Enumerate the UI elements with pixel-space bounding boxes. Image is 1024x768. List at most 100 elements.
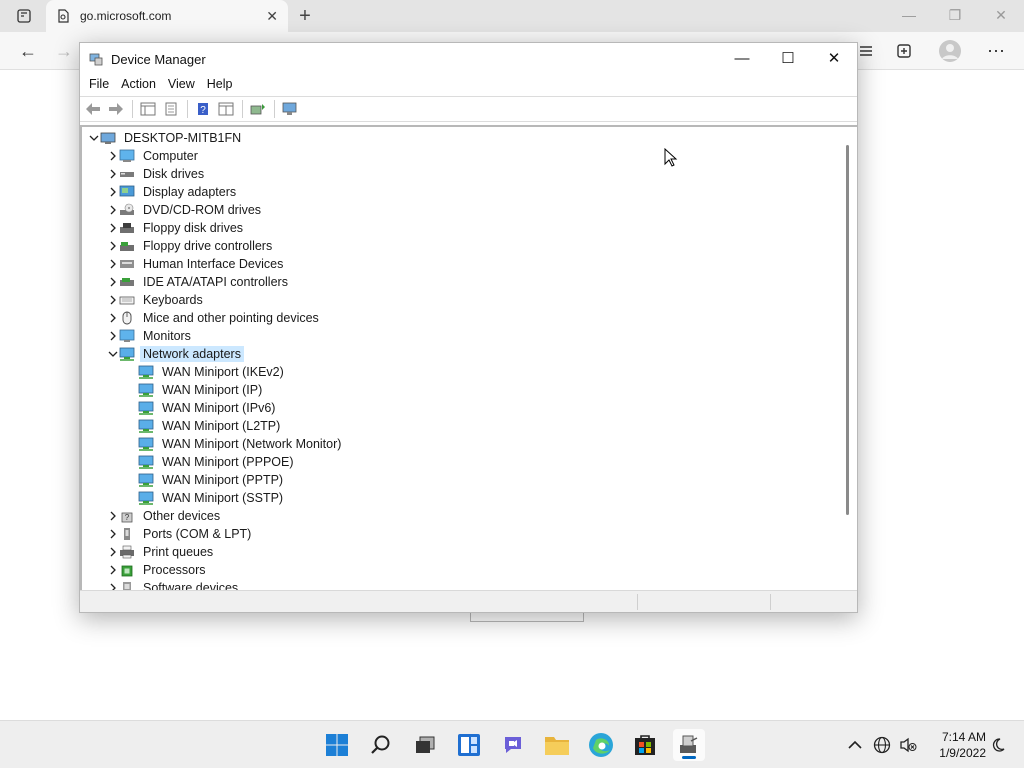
tree-label: Processors	[143, 563, 206, 577]
help-tool-button[interactable]: ?	[192, 99, 214, 119]
device-manager-window: Device Manager — ☐ ✕ File Action View He…	[79, 42, 858, 613]
chevron-right-icon[interactable]	[107, 294, 119, 306]
dm-window-controls: — ☐ ✕	[719, 43, 857, 73]
tree-category-item[interactable]: DVD/CD-ROM drives	[107, 201, 264, 219]
tree-device-item[interactable]: WAN Miniport (PPPOE)	[126, 453, 297, 471]
network-tray-button[interactable]	[872, 735, 892, 755]
tree-category-item[interactable]: Keyboards	[107, 291, 206, 309]
chevron-right-icon[interactable]	[107, 222, 119, 234]
start-button[interactable]	[321, 729, 353, 761]
update-driver-button[interactable]	[247, 99, 269, 119]
search-button[interactable]	[365, 729, 397, 761]
browser-restore-button[interactable]: ❐	[932, 0, 978, 30]
new-tab-button[interactable]: +	[292, 4, 318, 28]
tree-category-item[interactable]: Display adapters	[107, 183, 239, 201]
menu-file[interactable]: File	[83, 75, 115, 93]
device-manager-taskbar-button[interactable]	[673, 729, 705, 761]
browser-tab[interactable]: go.microsoft.com ✕	[46, 0, 288, 32]
back-tool-button[interactable]	[82, 99, 104, 119]
collections-button[interactable]	[890, 38, 918, 64]
volume-tray-button[interactable]	[898, 735, 918, 755]
edge-button[interactable]	[585, 729, 617, 761]
tree-device-item[interactable]: WAN Miniport (Network Monitor)	[126, 435, 344, 453]
tree-device-item[interactable]: WAN Miniport (SSTP)	[126, 489, 286, 507]
profile-button[interactable]	[936, 38, 964, 64]
chevron-right-icon[interactable]	[107, 240, 119, 252]
tree-category-item[interactable]: Network adapters	[107, 345, 244, 363]
chevron-right-icon[interactable]	[107, 330, 119, 342]
chevron-right-icon[interactable]	[107, 510, 119, 522]
tree-category-item[interactable]: Floppy drive controllers	[107, 237, 275, 255]
tree-device-item[interactable]: WAN Miniport (IKEv2)	[126, 363, 287, 381]
monitor-icon	[119, 329, 135, 343]
browser-close-button[interactable]: ✕	[978, 0, 1024, 30]
tree-category-item[interactable]: Monitors	[107, 327, 194, 345]
tree-label: DVD/CD-ROM drives	[143, 203, 262, 217]
chevron-right-icon[interactable]	[107, 582, 119, 590]
chevron-right-icon[interactable]	[107, 312, 119, 324]
chevron-right-icon[interactable]	[107, 564, 119, 576]
tree-root[interactable]: DESKTOP-MITB1FN	[88, 129, 244, 147]
chevron-right-icon[interactable]	[107, 546, 119, 558]
tab-close-icon[interactable]: ✕	[266, 8, 278, 25]
menu-help[interactable]: Help	[201, 75, 239, 93]
tree-device-item[interactable]: WAN Miniport (IPv6)	[126, 399, 278, 417]
status-bar	[80, 590, 857, 612]
tree-device-item[interactable]: WAN Miniport (L2TP)	[126, 417, 283, 435]
forward-button[interactable]: →	[50, 38, 78, 64]
menu-action[interactable]: Action	[115, 75, 162, 93]
chevron-right-icon[interactable]	[107, 204, 119, 216]
tab-actions-button[interactable]	[8, 4, 40, 28]
tree-category-item[interactable]: Processors	[107, 561, 209, 579]
tree-category-item[interactable]: Ports (COM & LPT)	[107, 525, 254, 543]
widgets-button[interactable]	[453, 729, 485, 761]
tree-category-item[interactable]: Computer	[107, 147, 201, 165]
network-adapter-icon	[119, 347, 135, 361]
network-adapter-icon	[138, 473, 154, 487]
tree-category-item[interactable]: Mice and other pointing devices	[107, 309, 322, 327]
tree-category-item[interactable]: Floppy disk drives	[107, 219, 246, 237]
software-device-icon	[119, 581, 135, 590]
settings-more-button[interactable]: ⋯	[982, 38, 1010, 64]
back-button[interactable]: ←	[14, 38, 42, 64]
forward-tool-button[interactable]	[105, 99, 127, 119]
view-tool-button[interactable]	[215, 99, 237, 119]
show-hide-tree-button[interactable]	[137, 99, 159, 119]
chevron-right-icon[interactable]	[107, 168, 119, 180]
tree-category-item[interactable]: Print queues	[107, 543, 216, 561]
tree-category-item[interactable]: Disk drives	[107, 165, 207, 183]
chat-button[interactable]	[497, 729, 529, 761]
minimize-button[interactable]: —	[719, 43, 765, 73]
tree-device-item[interactable]: WAN Miniport (IP)	[126, 381, 265, 399]
close-button[interactable]: ✕	[811, 43, 857, 73]
store-button[interactable]	[629, 729, 661, 761]
chevron-down-icon[interactable]	[107, 348, 119, 360]
show-hidden-icons-button[interactable]	[845, 735, 865, 755]
tree-scrollbar[interactable]	[846, 145, 849, 515]
file-explorer-button[interactable]	[541, 729, 573, 761]
notifications-button[interactable]	[988, 735, 1008, 755]
chevron-right-icon[interactable]	[107, 186, 119, 198]
browser-minimize-button[interactable]: —	[886, 0, 932, 30]
task-view-button[interactable]	[409, 729, 441, 761]
tree-category-item[interactable]: Software devices	[107, 579, 241, 590]
tree-label: Keyboards	[143, 293, 203, 307]
properties-tool-button[interactable]	[160, 99, 182, 119]
tree-category-item[interactable]: IDE ATA/ATAPI controllers	[107, 273, 291, 291]
unknown-device-icon: ?	[119, 509, 135, 523]
store-icon	[635, 735, 655, 755]
tree-category-item[interactable]: ? Other devices	[107, 507, 223, 525]
menu-view[interactable]: View	[162, 75, 201, 93]
chevron-right-icon[interactable]	[107, 258, 119, 270]
chevron-down-icon[interactable]	[88, 132, 100, 144]
tree-category-item[interactable]: Human Interface Devices	[107, 255, 286, 273]
dm-titlebar[interactable]: Device Manager — ☐ ✕	[80, 43, 857, 75]
chevron-right-icon[interactable]	[107, 528, 119, 540]
scan-hardware-button[interactable]	[279, 99, 301, 119]
chevron-right-icon[interactable]	[107, 276, 119, 288]
maximize-button[interactable]: ☐	[765, 43, 811, 73]
chevron-right-icon[interactable]	[107, 150, 119, 162]
taskbar-clock[interactable]: 7:14 AM 1/9/2022	[928, 729, 986, 761]
tree-device-item[interactable]: WAN Miniport (PPTP)	[126, 471, 286, 489]
